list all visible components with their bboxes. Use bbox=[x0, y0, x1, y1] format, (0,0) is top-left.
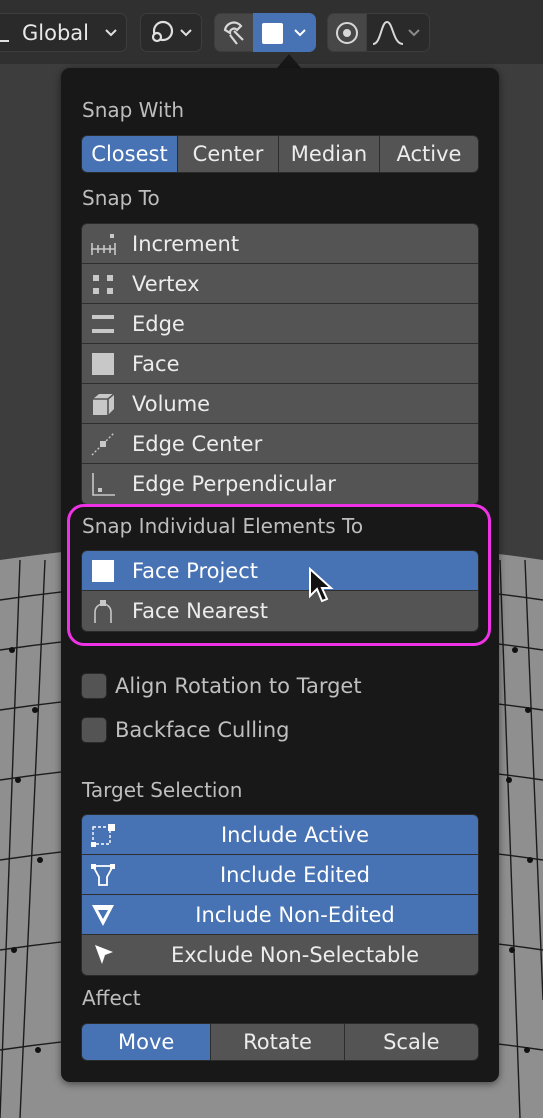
include-active-icon bbox=[91, 824, 115, 847]
include-edited-icon bbox=[91, 864, 115, 886]
chevron-down-icon bbox=[408, 29, 420, 37]
snap-to-increment[interactable]: Increment bbox=[82, 224, 478, 264]
highlight-annotation bbox=[67, 504, 491, 646]
volume-icon bbox=[93, 393, 115, 415]
increment-icon bbox=[91, 234, 116, 255]
snap-to-edge-perpendicular[interactable]: Edge Perpendicular bbox=[82, 464, 478, 504]
snap-element-dropdown[interactable] bbox=[253, 13, 316, 52]
snap-to-edge-center[interactable]: Edge Center bbox=[82, 424, 478, 464]
pivot-icon bbox=[151, 20, 174, 43]
checkbox-box[interactable] bbox=[81, 673, 107, 699]
edge-perpendicular-icon bbox=[92, 473, 115, 496]
snap-to-item-label: Edge Center bbox=[132, 432, 263, 456]
snap-to-label: Snap To bbox=[82, 186, 160, 210]
snap-to-list: Increment Vertex Edge Face Volume Edge C… bbox=[81, 223, 479, 505]
backface-culling-label: Backface Culling bbox=[115, 718, 290, 742]
align-rotation-checkbox[interactable]: Align Rotation to Target bbox=[81, 672, 362, 700]
target-selection-list: Include Active Include Edited Include No… bbox=[81, 814, 479, 976]
snap-to-face[interactable]: Face bbox=[82, 344, 478, 384]
popup-caret bbox=[277, 54, 301, 68]
snap-to-item-label: Volume bbox=[132, 392, 211, 416]
face-icon bbox=[262, 23, 283, 44]
magnet-icon bbox=[223, 21, 244, 45]
edge-icon bbox=[92, 315, 114, 333]
target-item-label: Exclude Non-Selectable bbox=[170, 943, 420, 967]
target-selection-label: Target Selection bbox=[82, 778, 243, 802]
chevron-down-icon bbox=[180, 29, 192, 37]
affect-move[interactable]: Move bbox=[82, 1024, 212, 1060]
snap-to-item-label: Face bbox=[132, 352, 180, 376]
snap-to-vertex[interactable]: Vertex bbox=[82, 264, 478, 304]
face-icon bbox=[92, 353, 114, 375]
align-rotation-label: Align Rotation to Target bbox=[115, 674, 362, 698]
snap-with-closest[interactable]: Closest bbox=[82, 136, 178, 172]
target-exclude-non-selectable[interactable]: Exclude Non-Selectable bbox=[82, 935, 478, 975]
target-include-active[interactable]: Include Active bbox=[82, 815, 478, 855]
snap-with-label: Snap With bbox=[82, 98, 185, 122]
mouse-cursor-icon bbox=[309, 567, 334, 603]
exclude-non-selectable-icon bbox=[95, 945, 113, 964]
snap-with-selector: Closest Center Median Active bbox=[81, 135, 479, 173]
snap-with-active[interactable]: Active bbox=[380, 136, 478, 172]
proportional-editing-icon bbox=[336, 22, 358, 44]
transform-orientation-dropdown[interactable]: Global bbox=[0, 13, 127, 52]
snap-with-median[interactable]: Median bbox=[279, 136, 380, 172]
affect-selector: Move Rotate Scale bbox=[81, 1023, 479, 1061]
snap-to-item-label: Vertex bbox=[132, 272, 200, 296]
include-non-edited-icon bbox=[92, 905, 114, 926]
orientation-icon bbox=[0, 27, 9, 42]
snap-to-volume[interactable]: Volume bbox=[82, 384, 478, 424]
viewport-header: Global bbox=[0, 0, 543, 64]
snap-toggle-button[interactable] bbox=[214, 13, 254, 52]
target-item-label: Include Non-Edited bbox=[195, 902, 395, 927]
snap-with-center[interactable]: Center bbox=[178, 136, 279, 172]
affect-label: Affect bbox=[82, 986, 141, 1010]
vertex-icon bbox=[93, 275, 113, 294]
edge-center-icon bbox=[91, 432, 115, 456]
snap-to-item-label: Increment bbox=[132, 232, 240, 256]
falloff-curve-icon bbox=[372, 20, 404, 45]
checkbox-box[interactable] bbox=[81, 717, 107, 743]
snap-to-item-label: Edge bbox=[132, 312, 185, 336]
falloff-dropdown[interactable] bbox=[366, 13, 430, 52]
snap-to-edge[interactable]: Edge bbox=[82, 304, 478, 344]
backface-culling-checkbox[interactable]: Backface Culling bbox=[81, 716, 290, 744]
affect-rotate[interactable]: Rotate bbox=[211, 1024, 345, 1060]
snap-to-item-label: Edge Perpendicular bbox=[132, 472, 336, 496]
affect-scale[interactable]: Scale bbox=[344, 1024, 478, 1060]
chevron-down-icon bbox=[105, 29, 117, 37]
pivot-point-dropdown[interactable] bbox=[140, 13, 202, 52]
target-include-edited[interactable]: Include Edited bbox=[82, 855, 478, 895]
chevron-down-icon bbox=[294, 29, 306, 37]
target-item-label: Include Active bbox=[220, 822, 370, 847]
target-item-label: Include Edited bbox=[219, 862, 371, 887]
target-include-non-edited[interactable]: Include Non-Edited bbox=[82, 895, 478, 935]
proportional-editing-toggle[interactable] bbox=[327, 13, 367, 52]
orientation-label: Global bbox=[22, 21, 89, 45]
